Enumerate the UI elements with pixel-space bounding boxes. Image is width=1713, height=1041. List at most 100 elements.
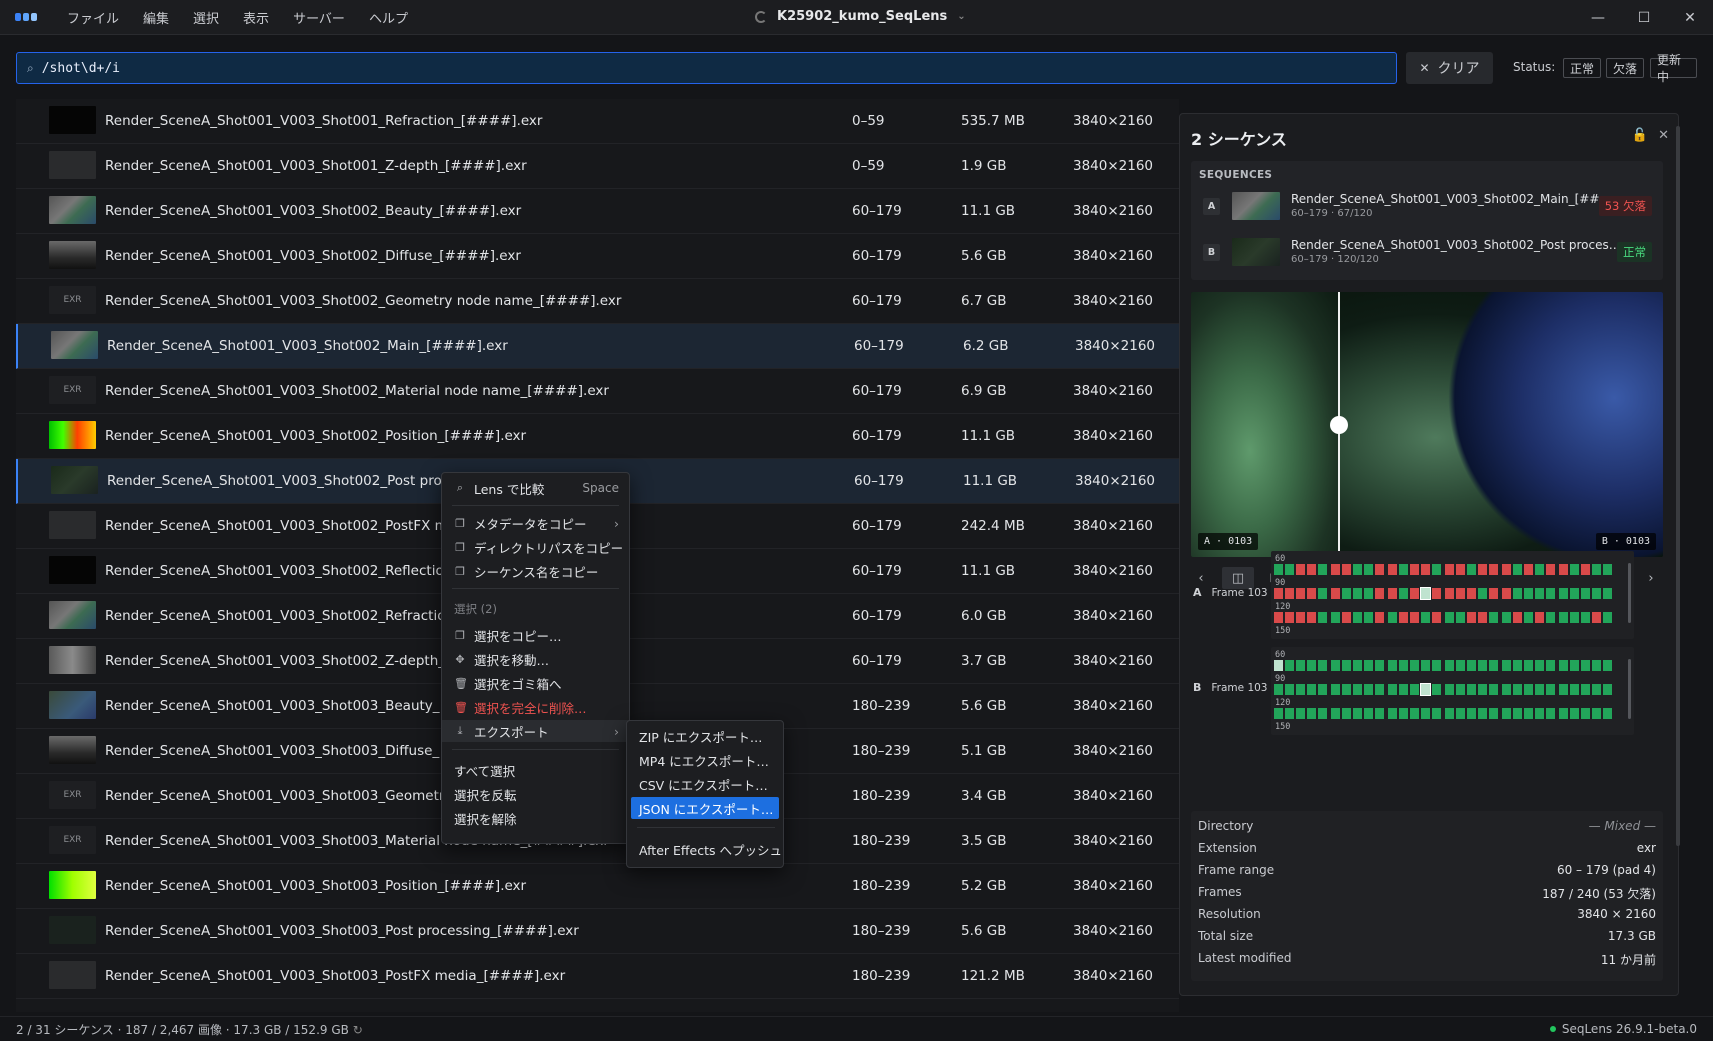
frame-cell[interactable] bbox=[1342, 564, 1351, 575]
frame-cell[interactable] bbox=[1410, 708, 1419, 719]
sequence-row[interactable]: Render_SceneA_Shot001_V003_Shot002_Beaut… bbox=[16, 189, 1179, 234]
frame-cell[interactable] bbox=[1285, 588, 1294, 599]
frame-cell[interactable] bbox=[1546, 684, 1555, 695]
frame-cell[interactable] bbox=[1513, 660, 1522, 671]
frame-cell[interactable] bbox=[1410, 612, 1419, 623]
frame-cell[interactable] bbox=[1559, 660, 1568, 671]
menu-item-export-json[interactable]: JSON にエクスポート… bbox=[631, 797, 779, 819]
frame-cell[interactable] bbox=[1296, 684, 1305, 695]
frame-cell[interactable] bbox=[1456, 684, 1465, 695]
frame-cell[interactable] bbox=[1502, 588, 1511, 599]
frame-cell[interactable] bbox=[1581, 612, 1590, 623]
frame-cell[interactable] bbox=[1318, 564, 1327, 575]
frame-cell[interactable] bbox=[1399, 612, 1408, 623]
wipe-handle[interactable] bbox=[1330, 416, 1348, 434]
frame-cell[interactable] bbox=[1467, 684, 1476, 695]
frame-cell[interactable] bbox=[1570, 708, 1579, 719]
frame-cell[interactable] bbox=[1570, 564, 1579, 575]
frame-cell[interactable] bbox=[1467, 660, 1476, 671]
frame-cell[interactable] bbox=[1421, 564, 1430, 575]
frame-cell[interactable] bbox=[1432, 708, 1441, 719]
frame-cell[interactable] bbox=[1421, 708, 1430, 719]
sequence-row[interactable]: Render_SceneA_Shot001_V003_Shot003_PostF… bbox=[16, 954, 1179, 999]
menu-item-delete-selection[interactable]: 🗑 選択を完全に削除… bbox=[442, 696, 629, 718]
sequence-row[interactable]: Render_SceneA_Shot001_V003_Shot003_Posit… bbox=[16, 864, 1179, 909]
frame-cell[interactable] bbox=[1342, 708, 1351, 719]
frame-cell[interactable] bbox=[1524, 660, 1533, 671]
frame-cell[interactable] bbox=[1274, 564, 1283, 575]
menu-edit[interactable]: 編集 bbox=[131, 8, 181, 27]
frame-cell[interactable] bbox=[1535, 660, 1544, 671]
frame-cell[interactable] bbox=[1570, 588, 1579, 599]
frame-cell[interactable] bbox=[1432, 588, 1441, 599]
refresh-icon[interactable]: ↻ bbox=[353, 1023, 363, 1037]
close-window-button[interactable]: ✕ bbox=[1667, 0, 1713, 35]
frame-cell[interactable] bbox=[1570, 660, 1579, 671]
frame-cell[interactable] bbox=[1432, 612, 1441, 623]
frame-cell[interactable] bbox=[1296, 588, 1305, 599]
frame-cell[interactable] bbox=[1285, 708, 1294, 719]
frame-cell[interactable] bbox=[1489, 708, 1498, 719]
sequence-row[interactable]: EXR Render_SceneA_Shot001_V003_Shot002_Ge… bbox=[16, 279, 1179, 324]
sequence-item-a[interactable]: A Render_SceneA_Shot001_V003_Shot002_Mai… bbox=[1191, 186, 1663, 226]
frame-cell[interactable] bbox=[1603, 660, 1612, 671]
frame-cell[interactable] bbox=[1456, 660, 1465, 671]
frame-cell[interactable] bbox=[1375, 588, 1384, 599]
frame-cell[interactable] bbox=[1581, 588, 1590, 599]
frame-cell[interactable] bbox=[1364, 708, 1373, 719]
frame-cell[interactable] bbox=[1592, 588, 1601, 599]
menu-item-push-after-effects[interactable]: After Effects へプッシュ bbox=[631, 838, 782, 860]
frame-cell[interactable] bbox=[1410, 564, 1419, 575]
frame-cell[interactable] bbox=[1375, 708, 1384, 719]
frame-cell[interactable] bbox=[1432, 564, 1441, 575]
frame-cell[interactable] bbox=[1467, 588, 1476, 599]
status-filter-updating[interactable]: 更新中 bbox=[1650, 53, 1697, 84]
sequence-row[interactable]: Render_SceneA_Shot001_V003_Shot001_Z-dep… bbox=[16, 144, 1179, 189]
frame-cell[interactable] bbox=[1318, 684, 1327, 695]
clear-search-button[interactable]: ✕ クリア bbox=[1406, 52, 1493, 84]
frame-map-b[interactable]: 60 90 120 150 bbox=[1271, 647, 1634, 735]
frame-cell[interactable] bbox=[1478, 588, 1487, 599]
menu-item-copy-sequence-name[interactable]: ❐ シーケンス名をコピー bbox=[442, 560, 629, 582]
frame-cell[interactable] bbox=[1307, 684, 1316, 695]
sequence-row[interactable]: Render_SceneA_Shot001_V003_Shot002_Posit… bbox=[16, 414, 1179, 459]
frame-cell[interactable] bbox=[1296, 660, 1305, 671]
frame-cell[interactable] bbox=[1318, 588, 1327, 599]
frame-cell[interactable] bbox=[1546, 564, 1555, 575]
frame-cell[interactable] bbox=[1478, 708, 1487, 719]
frame-cell[interactable] bbox=[1307, 708, 1316, 719]
menu-item-trash-selection[interactable]: 🗑 選択をゴミ箱へ bbox=[442, 672, 629, 694]
frame-cell[interactable] bbox=[1353, 588, 1362, 599]
frame-cell[interactable] bbox=[1524, 684, 1533, 695]
frame-cell[interactable] bbox=[1353, 660, 1362, 671]
frame-cell[interactable] bbox=[1513, 612, 1522, 623]
frame-cell[interactable] bbox=[1513, 564, 1522, 575]
frame-cell[interactable] bbox=[1274, 612, 1283, 623]
frame-cell[interactable] bbox=[1399, 660, 1408, 671]
frame-cell[interactable] bbox=[1592, 612, 1601, 623]
frame-cell[interactable] bbox=[1502, 612, 1511, 623]
frame-cell[interactable] bbox=[1296, 708, 1305, 719]
frame-map-scrollbar[interactable] bbox=[1628, 563, 1631, 623]
frame-cell[interactable] bbox=[1535, 708, 1544, 719]
frame-cell[interactable] bbox=[1274, 660, 1283, 671]
frame-cell[interactable] bbox=[1489, 660, 1498, 671]
frame-cell[interactable] bbox=[1296, 564, 1305, 575]
frame-cell[interactable] bbox=[1388, 684, 1397, 695]
frame-cell[interactable] bbox=[1445, 660, 1454, 671]
menu-select[interactable]: 選択 bbox=[181, 8, 231, 27]
frame-cell[interactable] bbox=[1388, 564, 1397, 575]
frame-cell[interactable] bbox=[1410, 684, 1419, 695]
frame-cell[interactable] bbox=[1420, 587, 1431, 600]
frame-cell[interactable] bbox=[1489, 588, 1498, 599]
frame-cell[interactable] bbox=[1478, 564, 1487, 575]
frame-cell[interactable] bbox=[1274, 708, 1283, 719]
frame-cell[interactable] bbox=[1274, 588, 1283, 599]
frame-cell[interactable] bbox=[1603, 612, 1612, 623]
frame-cell[interactable] bbox=[1342, 588, 1351, 599]
menu-item-compare-in-lens[interactable]: ⌕ Lens で比較 Space bbox=[442, 477, 629, 499]
frame-cell[interactable] bbox=[1318, 708, 1327, 719]
menu-item-export-csv[interactable]: CSV にエクスポート… bbox=[631, 773, 779, 795]
sequence-row[interactable]: Render_SceneA_Shot001_V003_Shot001_Refra… bbox=[16, 99, 1179, 144]
frame-cell[interactable] bbox=[1285, 612, 1294, 623]
